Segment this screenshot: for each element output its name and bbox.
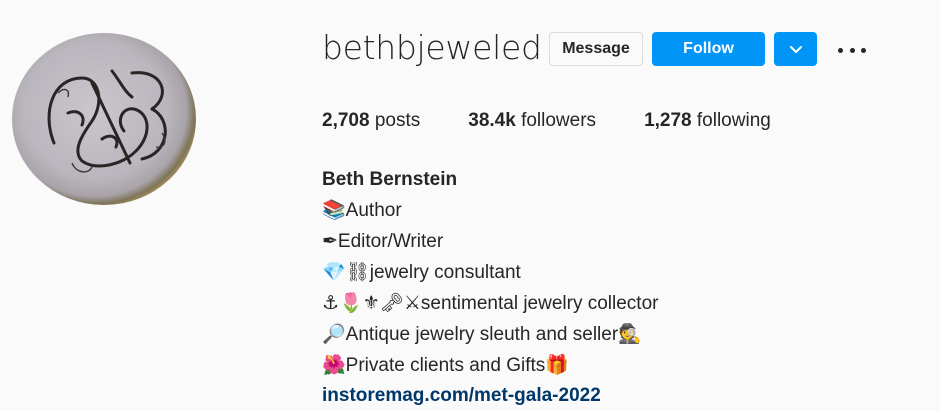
posts-stat: 2,708 posts [322,110,420,132]
bio-line-text: Private clients and Gifts [345,355,546,376]
magnifier-icon: 🔎 [322,323,346,345]
bio-line-text: jewelry consultant [369,262,521,283]
bio-line-collector: ⚓🌷⚜🗝⚔sentimental jewelry collector [322,288,658,319]
bio-line-text: sentimental jewelry collector [420,293,659,314]
suggested-dropdown-button[interactable] [774,32,817,66]
followers-stat[interactable]: 38.4k followers [468,110,596,132]
more-options-icon-dot [838,47,843,53]
bio-line-sleuth: 🔎Antique jewelry sleuth and seller🕵 [322,319,658,350]
message-button[interactable]: Message [549,32,643,66]
bio-line-editor: ✒Editor/Writer [322,226,658,257]
bio-line-text: Editor/Writer [337,231,444,252]
following-label: following [696,110,771,131]
profile-stats: 2,708 posts 38.4k followers 1,278 follow… [322,110,819,132]
detective-icon: 🕵 [618,323,642,345]
monogram-seal-ring-avatar-icon [47,69,167,173]
more-options-button[interactable] [838,40,866,60]
profile-bio: Beth Bernstein 📚Author ✒Editor/Writer 💎⛓… [322,165,658,411]
books-icon: 📚 [322,199,346,221]
bio-website-link[interactable]: instoremag.com/met-gala-2022 [322,385,601,406]
bio-line-consultant: 💎⛓jewelry consultant [322,257,658,288]
followers-label: followers [521,110,597,131]
more-options-icon-dot [849,47,855,53]
avatar[interactable] [12,33,196,205]
follow-button[interactable]: Follow [652,32,765,66]
bio-link-line: instoremag.com/met-gala-2022 [322,381,658,411]
profile-username: bethbjeweled [322,28,542,67]
full-name: Beth Bernstein [322,169,458,190]
bio-line-text: Author [345,200,402,221]
bio-line-author: 📚Author [322,195,658,226]
pen-icon: ✒ [322,230,338,252]
chevron-down-icon [789,46,802,53]
hibiscus-icon: 🌺 [322,354,346,376]
gem-chain-icon: 💎⛓ [322,261,370,283]
bio-line-text: Antique jewelry sleuth and seller [345,324,619,345]
anchor-tulip-fleur-key-swords-icon: ⚓🌷⚜🗝⚔ [322,292,421,314]
following-stat[interactable]: 1,278 following [644,110,771,132]
following-count: 1,278 [644,110,692,131]
bio-line-clients: 🌺Private clients and Gifts🎁 [322,350,658,381]
posts-label: posts [374,110,421,131]
gift-icon: 🎁 [545,354,569,376]
followers-count: 38.4k [468,110,516,131]
posts-count: 2,708 [322,110,370,131]
more-options-icon-dot [861,47,866,53]
